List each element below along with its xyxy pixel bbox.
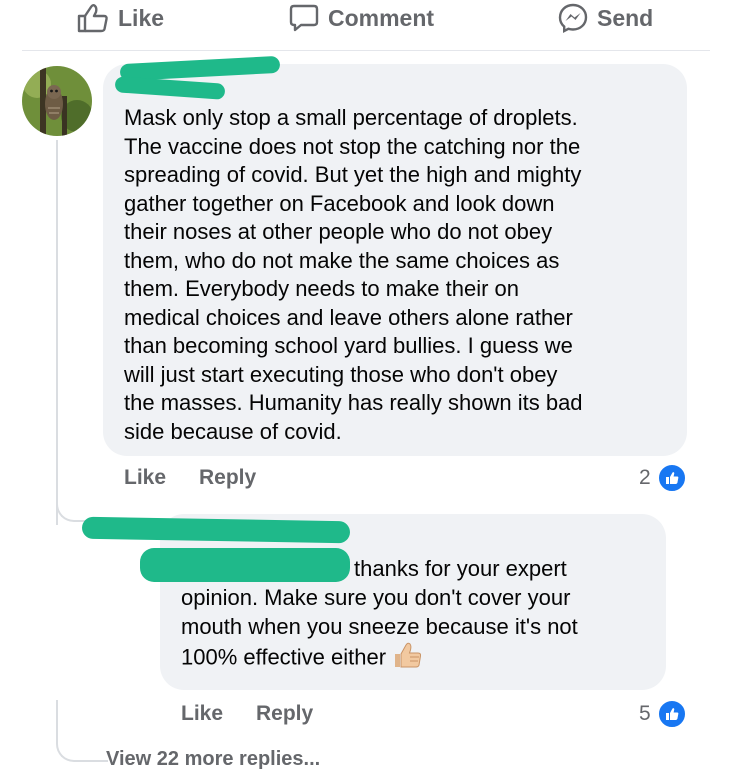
redacted-reply-name-scribble (140, 548, 350, 582)
comment-reactions[interactable]: 2 (639, 463, 687, 493)
comment-reply-button[interactable]: Reply (199, 466, 256, 490)
send-action-label: Send (597, 4, 654, 31)
like-reaction-icon (656, 699, 687, 729)
reply-text-first-line: thanks for your expert (354, 556, 567, 581)
reaction-count: 5 (639, 702, 651, 725)
reply-like-button[interactable]: Like (181, 702, 223, 726)
post-action-bar: Like Comment Send (0, 0, 732, 46)
comment-bubble-icon (288, 3, 320, 33)
comment-like-button[interactable]: Like (124, 466, 166, 490)
owl-photo-avatar (22, 66, 92, 136)
reply-connector-line (56, 470, 106, 522)
thumbs-up-icon (76, 3, 110, 33)
messenger-icon (557, 2, 589, 34)
thumbs-up-icon (392, 641, 424, 676)
like-action-button[interactable]: Like (76, 2, 164, 34)
comment-text: Mask only stop a small percentage of dro… (124, 105, 583, 444)
thread-line (56, 140, 58, 525)
reply-reply-button[interactable]: Reply (256, 702, 313, 726)
reply-reactions[interactable]: 5 (639, 699, 687, 729)
like-action-label: Like (118, 4, 165, 31)
action-bar-divider (22, 50, 710, 51)
redacted-reply-name (81, 516, 351, 544)
avatar[interactable] (22, 66, 92, 136)
reply-text-body: opinion. Make sure you don't cover your … (181, 585, 578, 670)
reaction-count: 2 (639, 466, 651, 489)
like-reaction-icon (656, 463, 687, 493)
reply-text: opinion. Make sure you don't cover your … (181, 583, 661, 676)
send-action-button[interactable]: Send (557, 2, 653, 34)
more-replies-connector-line (56, 700, 108, 762)
comment-action-button[interactable]: Comment (288, 2, 434, 34)
comment-action-label: Comment (328, 4, 435, 31)
view-more-replies-link[interactable]: View 22 more replies... (106, 748, 320, 771)
